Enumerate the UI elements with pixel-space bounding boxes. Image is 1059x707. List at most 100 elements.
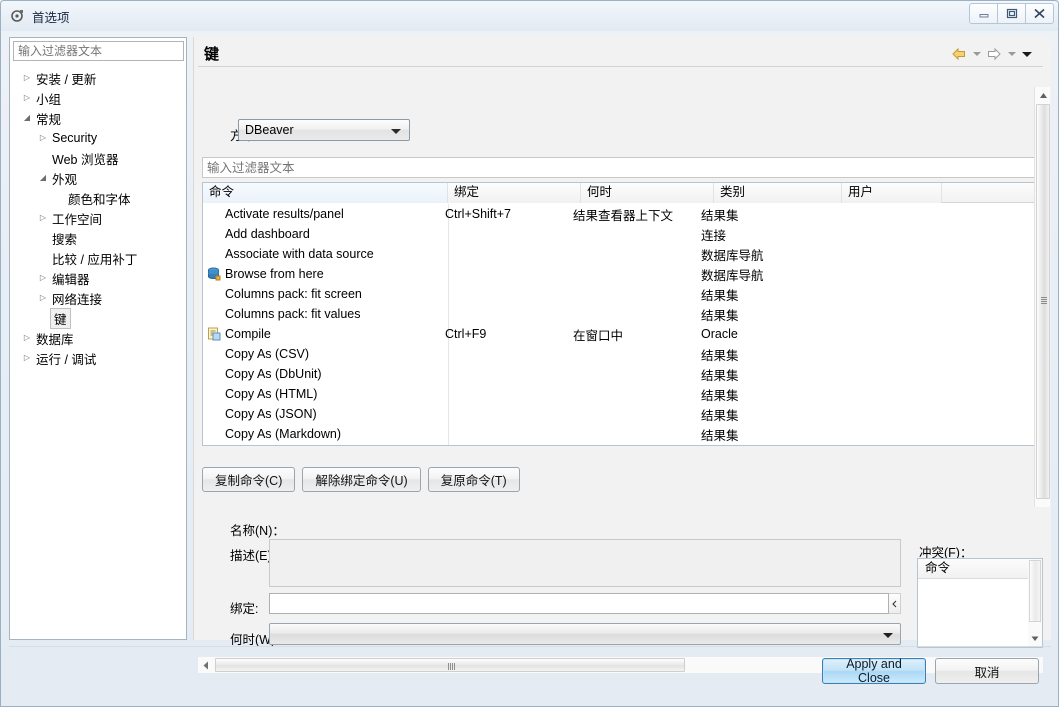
table-row[interactable]: Compile Ctrl+F9 在窗口中 Oracle	[203, 324, 1042, 344]
minimize-icon[interactable]	[969, 3, 998, 24]
table-row[interactable]: Browse from here 数据库导航	[203, 264, 1042, 284]
cell-category: 结果集	[701, 388, 739, 403]
sidebar-item-label: 数据库	[36, 332, 74, 347]
unbind-command-button[interactable]: 解除绑定命令(U)	[302, 467, 421, 492]
apply-and-close-button[interactable]: Apply and Close	[822, 657, 926, 685]
sidebar-item-label: 颜色和字体	[68, 192, 131, 207]
back-arrow-icon[interactable]	[950, 45, 968, 63]
sidebar-item-label: 编辑器	[52, 272, 90, 287]
cell-command: Copy As (HTML)	[225, 387, 318, 401]
chevron-down-icon	[883, 633, 893, 638]
key-bindings-table[interactable]: 命令 绑定 何时 类别 用户 Activate results/panel Ctrl+Sh…	[202, 182, 1043, 446]
cell-binding: Ctrl+Shift+7	[445, 207, 512, 221]
cell-category: 结果集	[701, 368, 739, 383]
sidebar-filter-input[interactable]	[13, 41, 184, 61]
cell-category: 结果集	[701, 208, 739, 223]
tree-twisty-collapsed-icon[interactable]	[20, 94, 34, 102]
cell-command: Add dashboard	[225, 227, 310, 241]
table-row[interactable]: Copy As (Markdown) 结果集	[203, 424, 1042, 444]
sidebar-item-label: Security	[52, 131, 98, 145]
back-history-chevron-down-icon[interactable]	[970, 45, 983, 63]
cell-when: 结果查看器上下文	[573, 208, 674, 223]
table-row[interactable]: Copy As (HTML) 结果集	[203, 384, 1042, 404]
tree-twisty-expanded-icon[interactable]	[20, 114, 34, 122]
sidebar-item-11[interactable]: 网络连接	[10, 288, 188, 308]
scheme-value: DBeaver	[245, 123, 294, 137]
sidebar-item-6[interactable]: 颜色和字体	[10, 188, 188, 208]
sidebar-item-1[interactable]: 小组	[10, 88, 188, 108]
table-row[interactable]: Copy As (DbUnit) 结果集	[203, 364, 1042, 384]
sidebar-item-0[interactable]: 安装 / 更新	[10, 68, 188, 88]
column-header-3[interactable]: 类别	[714, 183, 842, 203]
cancel-button[interactable]: 取消	[935, 658, 1039, 684]
table-row[interactable]: Add dashboard 连接	[203, 224, 1042, 244]
table-row[interactable]: Columns pack: fit values 结果集	[203, 304, 1042, 324]
sidebar-item-13[interactable]: 数据库	[10, 328, 188, 348]
chevron-down-icon	[391, 129, 401, 134]
column-header-0[interactable]: 命令	[203, 183, 448, 203]
sidebar-item-label: 外观	[52, 172, 78, 187]
table-row[interactable]: Columns pack: fit screen 结果集	[203, 284, 1042, 304]
scrollbar-thumb[interactable]	[1036, 104, 1050, 499]
tree-twisty-expanded-icon[interactable]	[36, 174, 50, 182]
cell-binding: Ctrl+F9	[445, 327, 487, 341]
scheme-combo[interactable]: DBeaver	[238, 119, 410, 141]
sidebar-item-12[interactable]: 键	[10, 307, 188, 329]
cell-category: 结果集	[701, 408, 739, 423]
table-row[interactable]: Associate with data source 数据库导航	[203, 244, 1042, 264]
column-header-1[interactable]: 绑定	[448, 183, 581, 203]
binding-side-button[interactable]	[889, 593, 901, 614]
table-row[interactable]: Copy As (CSV) 结果集	[203, 344, 1042, 364]
tree-twisty-collapsed-icon[interactable]	[36, 294, 50, 302]
maximize-icon[interactable]	[997, 3, 1026, 24]
forward-arrow-icon[interactable]	[985, 45, 1003, 63]
footer-separator	[9, 646, 1051, 647]
cell-category: 数据库导航	[701, 268, 764, 283]
tree-twisty-collapsed-icon[interactable]	[36, 214, 50, 222]
sidebar-item-label: Web 浏览器	[52, 152, 119, 167]
description-textarea[interactable]	[269, 539, 901, 587]
sidebar-item-3[interactable]: Security	[10, 128, 188, 148]
sidebar-item-10[interactable]: 编辑器	[10, 268, 188, 288]
tree-twisty-collapsed-icon[interactable]	[20, 334, 34, 342]
when-combo[interactable]	[269, 623, 901, 645]
tree-twisty-collapsed-icon[interactable]	[36, 134, 50, 142]
scroll-down-icon[interactable]	[1028, 632, 1042, 646]
table-row[interactable]: Copy As (JSON) 结果集	[203, 404, 1042, 424]
tree-twisty-collapsed-icon[interactable]	[20, 354, 34, 362]
scroll-up-icon[interactable]	[1035, 87, 1051, 103]
scrollbar-thumb[interactable]	[1029, 560, 1041, 622]
database-icon	[203, 267, 225, 281]
sidebar-item-8[interactable]: 搜索	[10, 228, 188, 248]
cell-command: Associate with data source	[225, 247, 374, 261]
content-vertical-scrollbar[interactable]	[1034, 87, 1050, 507]
command-filter-input[interactable]	[202, 157, 1043, 178]
cell-category: 连接	[701, 228, 727, 243]
restore-command-button[interactable]: 复原命令(T)	[427, 467, 520, 492]
cell-category: 数据库导航	[701, 248, 764, 263]
sidebar-item-14[interactable]: 运行 / 调试	[10, 348, 188, 368]
conflicts-table[interactable]: 命令	[917, 558, 1043, 648]
column-header-2[interactable]: 何时	[581, 183, 714, 203]
copy-command-button[interactable]: 复制命令(C)	[202, 467, 296, 492]
scrollbar-thumb[interactable]	[215, 658, 685, 672]
column-header-4[interactable]: 用户	[842, 183, 942, 203]
sidebar-item-2[interactable]: 常规	[10, 108, 188, 128]
tree-twisty-collapsed-icon[interactable]	[36, 274, 50, 282]
keys-preference-page: 键 方案: DB	[193, 37, 1051, 673]
binding-input[interactable]	[269, 593, 889, 614]
scroll-left-icon[interactable]	[198, 657, 214, 673]
close-icon[interactable]	[1025, 3, 1054, 24]
tree-twisty-collapsed-icon[interactable]	[20, 74, 34, 82]
view-menu-chevron-down-icon[interactable]	[1020, 45, 1033, 63]
sidebar-item-9[interactable]: 比较 / 应用补丁	[10, 248, 188, 268]
sidebar-item-label: 工作空间	[52, 212, 103, 227]
sidebar-item-4[interactable]: Web 浏览器	[10, 148, 188, 168]
forward-history-chevron-down-icon[interactable]	[1005, 45, 1018, 63]
conflicts-vertical-scrollbar[interactable]	[1028, 559, 1042, 647]
sidebar-item-7[interactable]: 工作空间	[10, 208, 188, 228]
sidebar-item-5[interactable]: 外观	[10, 168, 188, 188]
sidebar-item-label: 搜索	[52, 232, 78, 247]
conflicts-column-header: 命令	[918, 559, 1042, 579]
table-row[interactable]: Activate results/panel Ctrl+Shift+7 结果查看器上…	[203, 204, 1042, 224]
